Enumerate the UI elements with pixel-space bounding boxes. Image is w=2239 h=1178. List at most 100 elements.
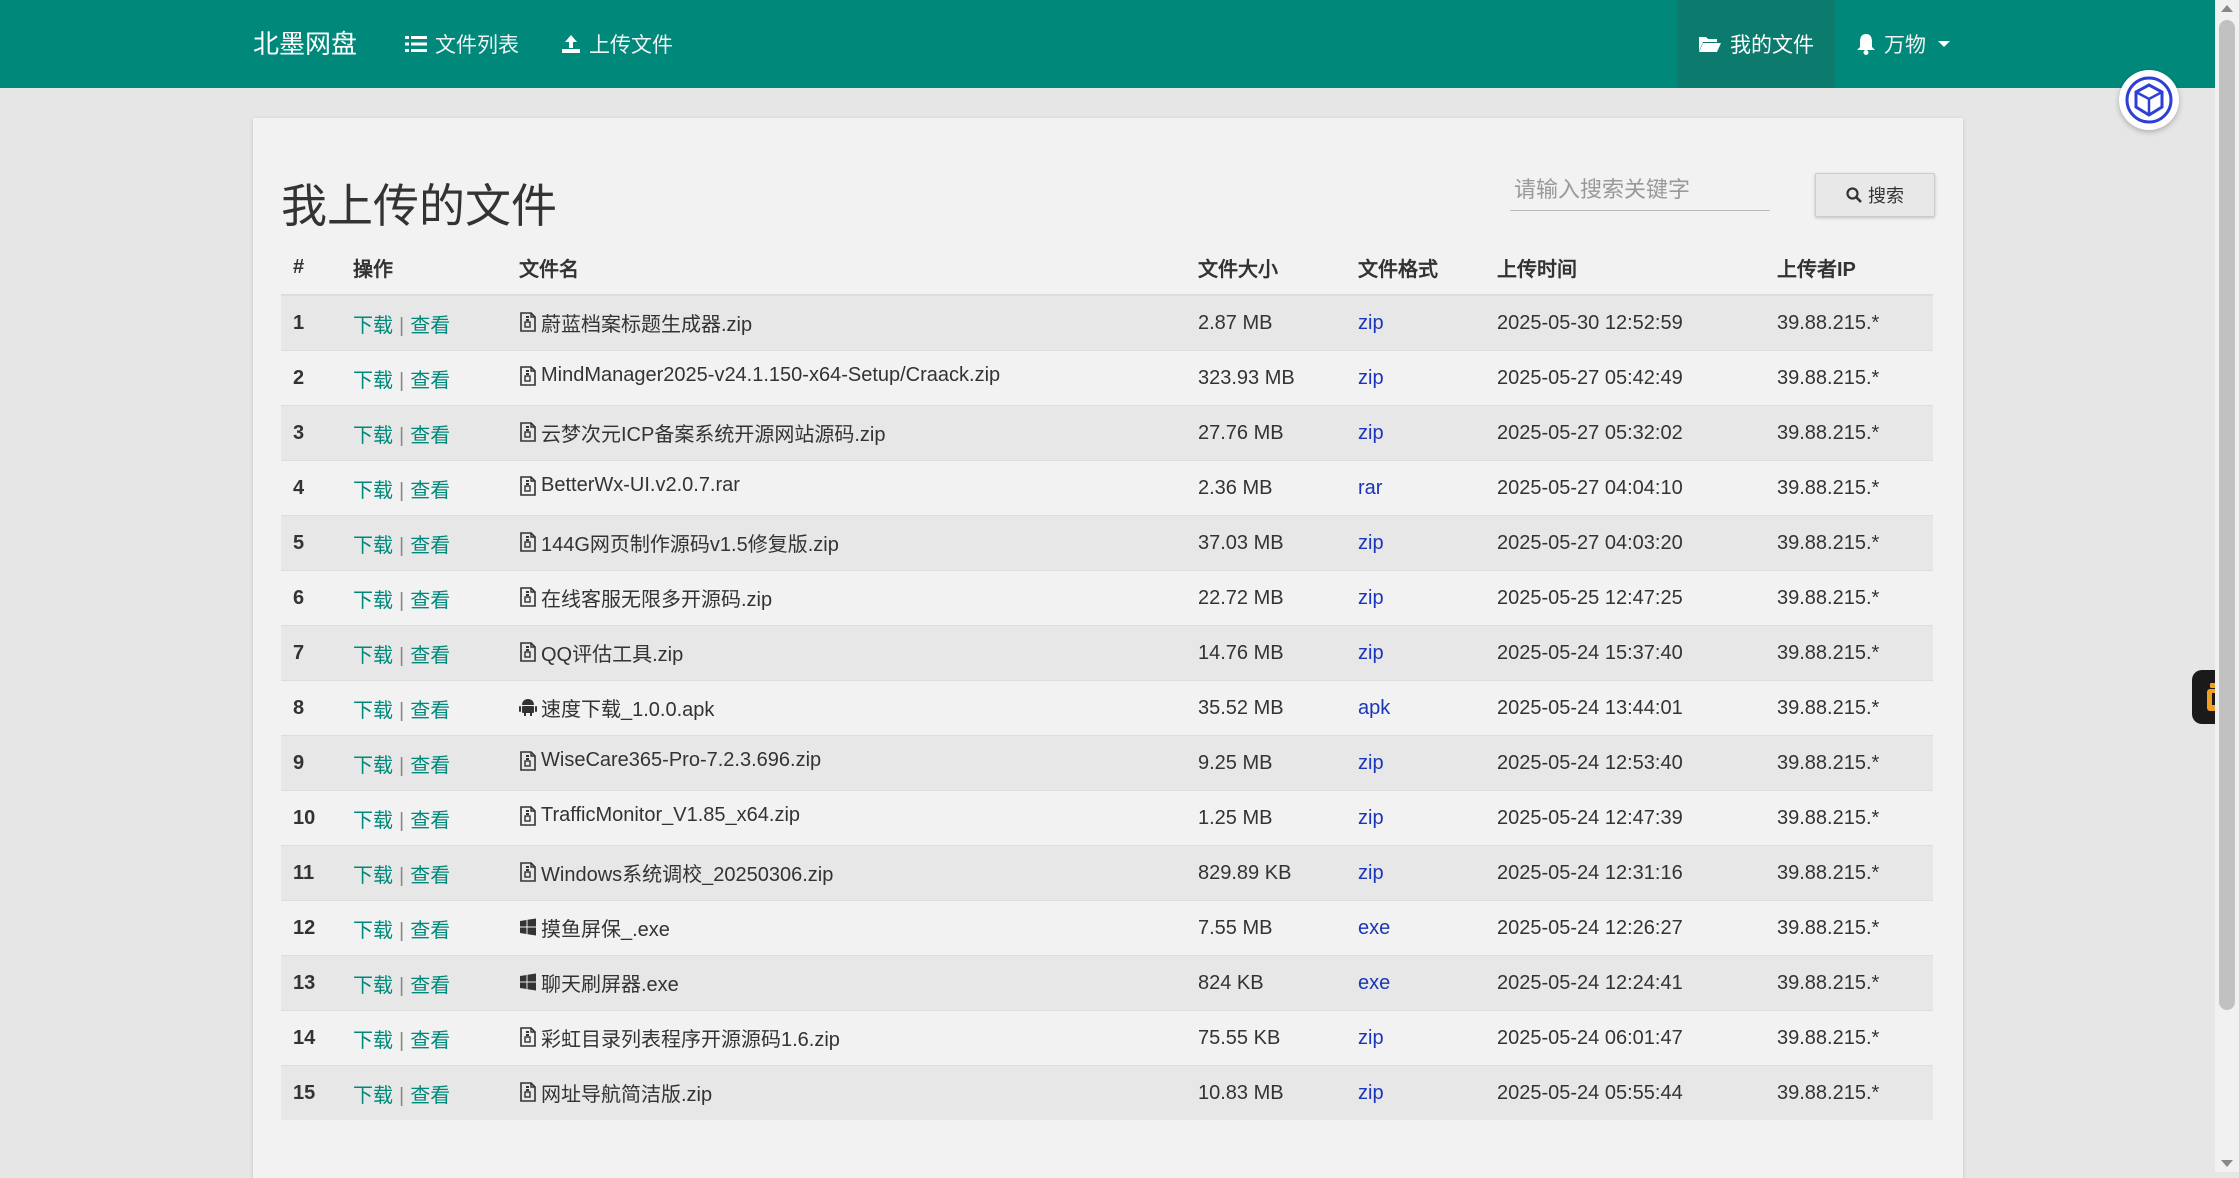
search-input[interactable] xyxy=(1510,170,1770,211)
upload-time: 2025-05-24 12:47:39 xyxy=(1485,790,1765,846)
table-row: 13 下载 | 查看 聊天刷屏器.exe 824 KB exe 2025-05-24 12:2… xyxy=(281,955,1933,1011)
view-link[interactable]: 查看 xyxy=(410,700,450,722)
file-format-link[interactable]: zip xyxy=(1358,312,1384,334)
download-link[interactable]: 下载 xyxy=(353,920,393,942)
file-format-link[interactable]: zip xyxy=(1358,807,1384,829)
file-name: 聊天刷屏器.exe xyxy=(541,973,679,996)
scroll-down-icon[interactable] xyxy=(2221,1160,2233,1167)
table-row: 11 下载 | 查看 Windows系统调校_20250306.zip 829.89 KB… xyxy=(281,845,1933,901)
table-row: 7 下载 | 查看 QQ评估工具.zip 14.76 MB zip 2025-05-24 15… xyxy=(281,625,1933,681)
view-link[interactable]: 查看 xyxy=(410,425,450,447)
nav-file-list[interactable]: 文件列表 xyxy=(405,0,519,88)
view-link[interactable]: 查看 xyxy=(410,1030,450,1052)
view-link[interactable]: 查看 xyxy=(410,1085,450,1107)
page-scrollbar[interactable] xyxy=(2215,0,2239,1172)
file-size: 75.55 KB xyxy=(1186,1010,1346,1066)
user-name: 万物 xyxy=(1884,34,1926,57)
file-size: 22.72 MB xyxy=(1186,570,1346,626)
download-link[interactable]: 下载 xyxy=(353,425,393,447)
scroll-thumb[interactable] xyxy=(2219,20,2235,1010)
file-format-link[interactable]: zip xyxy=(1358,1082,1384,1104)
file-format-link[interactable]: zip xyxy=(1358,422,1384,444)
file-zip-icon xyxy=(519,422,537,443)
view-link[interactable]: 查看 xyxy=(410,865,450,887)
uploader-ip: 39.88.215.* xyxy=(1765,405,1933,461)
view-link[interactable]: 查看 xyxy=(410,480,450,502)
download-link[interactable]: 下载 xyxy=(353,1085,393,1107)
file-format-link[interactable]: zip xyxy=(1358,532,1384,554)
action-separator: | xyxy=(399,974,405,997)
col-header-actions: 操作 xyxy=(341,240,507,296)
view-link[interactable]: 查看 xyxy=(410,755,450,777)
nav-upload[interactable]: 上传文件 xyxy=(561,0,673,88)
row-index: 2 xyxy=(281,350,341,406)
download-link[interactable]: 下载 xyxy=(353,315,393,337)
file-format-link[interactable]: zip xyxy=(1358,862,1384,884)
file-name: 云梦次元ICP备案系统开源网站源码.zip xyxy=(541,423,886,446)
table-row: 6 下载 | 查看 在线客服无限多开源码.zip 22.72 MB zip 2025-05-2… xyxy=(281,570,1933,626)
table-row: 3 下载 | 查看 云梦次元ICP备案系统开源网站源码.zip 27.76 MB zip 20… xyxy=(281,405,1933,461)
file-zip-icon xyxy=(519,532,537,553)
upload-time: 2025-05-24 13:44:01 xyxy=(1485,680,1765,736)
row-actions: 下载 | 查看 xyxy=(341,955,507,1011)
download-link[interactable]: 下载 xyxy=(353,810,393,832)
view-link[interactable]: 查看 xyxy=(410,810,450,832)
search-button[interactable]: 搜索 xyxy=(1815,173,1935,217)
file-format-link[interactable]: exe xyxy=(1358,972,1390,994)
table-row: 14 下载 | 查看 彩虹目录列表程序开源源码1.6.zip 75.55 KB zip 202… xyxy=(281,1010,1933,1066)
download-link[interactable]: 下载 xyxy=(353,370,393,392)
view-link[interactable]: 查看 xyxy=(410,315,450,337)
row-filename-cell: BetterWx-UI.v2.0.7.rar xyxy=(507,460,1186,516)
nav-my-files[interactable]: 我的文件 xyxy=(1677,0,1835,88)
cube-logo-icon xyxy=(2125,76,2173,124)
file-zip-icon xyxy=(519,1082,537,1103)
row-actions: 下载 | 查看 xyxy=(341,1065,507,1120)
file-size: 9.25 MB xyxy=(1186,735,1346,791)
download-link[interactable]: 下载 xyxy=(353,590,393,612)
download-link[interactable]: 下载 xyxy=(353,975,393,997)
brand-logo[interactable]: 北墨网盘 xyxy=(253,0,357,88)
file-format-link[interactable]: zip xyxy=(1358,367,1384,389)
row-filename-cell: Windows系统调校_20250306.zip xyxy=(507,845,1186,901)
file-format-link[interactable]: zip xyxy=(1358,1027,1384,1049)
file-zip-icon xyxy=(519,312,537,333)
file-format-link[interactable]: zip xyxy=(1358,752,1384,774)
file-zip-icon xyxy=(519,805,537,826)
view-link[interactable]: 查看 xyxy=(410,920,450,942)
download-link[interactable]: 下载 xyxy=(353,1030,393,1052)
file-size: 14.76 MB xyxy=(1186,625,1346,681)
download-link[interactable]: 下载 xyxy=(353,645,393,667)
file-format-link[interactable]: apk xyxy=(1358,697,1390,719)
upload-time: 2025-05-27 04:04:10 xyxy=(1485,460,1765,516)
download-link[interactable]: 下载 xyxy=(353,535,393,557)
row-actions: 下载 | 查看 xyxy=(341,460,507,516)
row-index: 8 xyxy=(281,680,341,736)
file-format-link[interactable]: rar xyxy=(1358,477,1382,499)
download-link[interactable]: 下载 xyxy=(353,480,393,502)
uploader-ip: 39.88.215.* xyxy=(1765,515,1933,571)
file-format-link[interactable]: exe xyxy=(1358,917,1390,939)
file-format-link[interactable]: zip xyxy=(1358,587,1384,609)
scroll-up-icon[interactable] xyxy=(2221,5,2233,12)
uploader-ip: 39.88.215.* xyxy=(1765,845,1933,901)
file-name: 蔚蓝档案标题生成器.zip xyxy=(541,313,753,336)
row-filename-cell: 网址导航简洁版.zip xyxy=(507,1065,1186,1120)
row-actions: 下载 | 查看 xyxy=(341,625,507,681)
action-separator: | xyxy=(399,699,405,722)
action-separator: | xyxy=(399,644,405,667)
view-link[interactable]: 查看 xyxy=(410,590,450,612)
row-index: 14 xyxy=(281,1010,341,1066)
user-menu-dropdown[interactable]: 万物 xyxy=(1856,0,1950,88)
uploader-ip: 39.88.215.* xyxy=(1765,570,1933,626)
view-link[interactable]: 查看 xyxy=(410,975,450,997)
row-index: 5 xyxy=(281,515,341,571)
row-filename-cell: TrafficMonitor_V1.85_x64.zip xyxy=(507,790,1186,846)
view-link[interactable]: 查看 xyxy=(410,645,450,667)
floating-assistant-badge[interactable] xyxy=(2119,70,2179,130)
download-link[interactable]: 下载 xyxy=(353,755,393,777)
view-link[interactable]: 查看 xyxy=(410,370,450,392)
download-link[interactable]: 下载 xyxy=(353,700,393,722)
file-format-link[interactable]: zip xyxy=(1358,642,1384,664)
download-link[interactable]: 下载 xyxy=(353,865,393,887)
view-link[interactable]: 查看 xyxy=(410,535,450,557)
